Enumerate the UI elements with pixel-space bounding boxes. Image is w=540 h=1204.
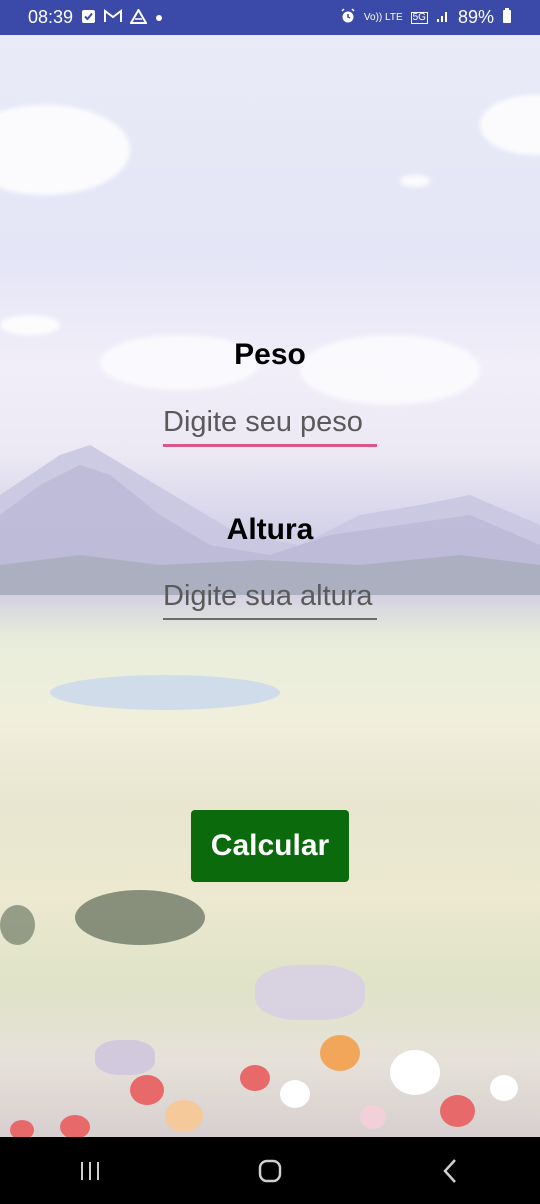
status-bar-right: Vo)) LTE 5G 89%	[340, 7, 512, 28]
peso-label: Peso	[234, 338, 306, 371]
navigation-bar	[0, 1137, 540, 1204]
calcular-button[interactable]: Calcular	[191, 810, 349, 882]
altura-input-underline	[163, 618, 377, 620]
alarm-icon	[340, 8, 356, 27]
signal-icon	[436, 9, 450, 26]
home-icon[interactable]	[240, 1151, 300, 1191]
checkbox-icon	[81, 9, 96, 27]
status-time: 08:39	[28, 7, 74, 27]
altura-input[interactable]	[163, 574, 377, 618]
peso-input-underline	[163, 444, 377, 447]
app-screen: Peso Altura Calcular	[0, 35, 540, 1137]
volte-icon: Vo)) LTE	[363, 11, 403, 23]
drive-icon	[129, 7, 148, 27]
status-bar: 08:39 Vo)) LTE 5G 89%	[0, 0, 540, 35]
battery-level: 89%	[457, 7, 494, 27]
gmail-icon	[104, 9, 123, 26]
battery-icon	[502, 8, 512, 27]
status-bar-left: 08:39	[28, 7, 163, 28]
peso-input[interactable]	[163, 400, 377, 444]
dot-icon	[155, 10, 163, 25]
peso-input-wrap	[163, 400, 377, 447]
back-icon[interactable]	[420, 1151, 480, 1191]
altura-label: Altura	[226, 513, 314, 546]
recent-apps-icon[interactable]	[60, 1151, 120, 1191]
5g-icon: 5G	[410, 11, 428, 24]
altura-input-wrap	[163, 574, 377, 620]
